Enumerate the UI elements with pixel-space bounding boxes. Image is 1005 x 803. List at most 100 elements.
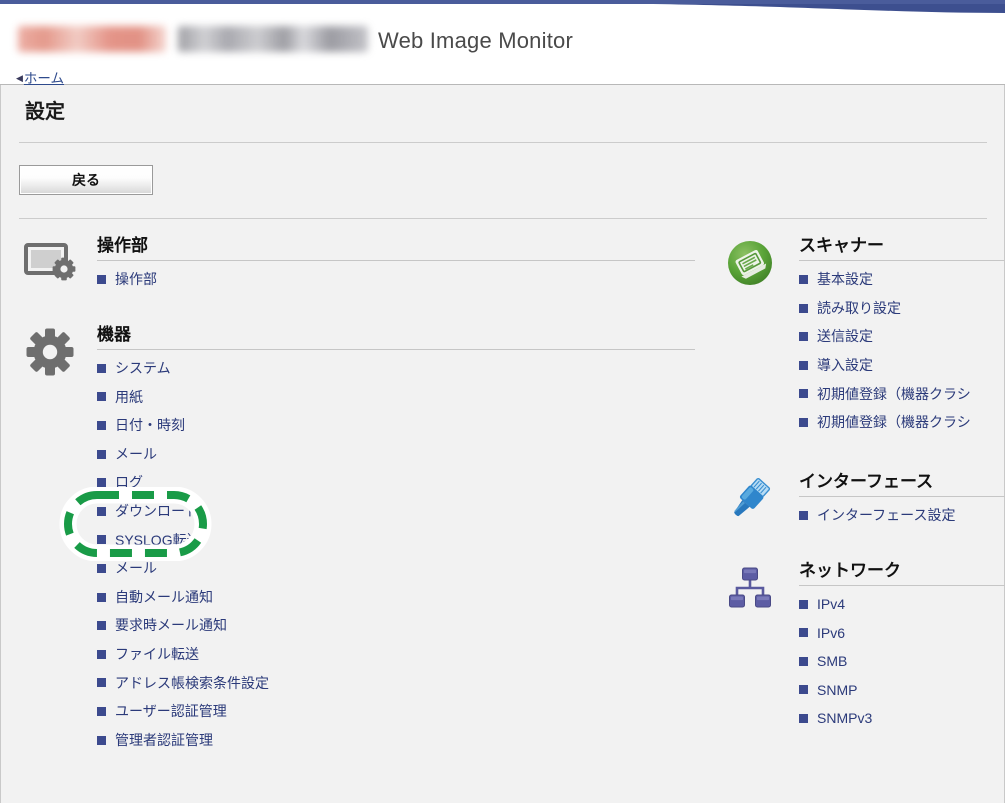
link-item[interactable]: 要求時メール通知 bbox=[97, 611, 695, 640]
section-link-list: システム 用紙 日付・時刻 メール ログ ダウンロード SYSLOG転送 メール… bbox=[97, 354, 695, 754]
link-item[interactable]: 初期値登録（機器クラシ bbox=[799, 408, 1005, 437]
link-label: 自動メール通知 bbox=[115, 583, 213, 612]
square-bullet-icon bbox=[799, 332, 808, 341]
square-bullet-icon bbox=[799, 657, 808, 666]
link-item[interactable]: アドレス帳検索条件設定 bbox=[97, 669, 695, 698]
square-bullet-icon bbox=[97, 736, 106, 745]
section-network: ネットワーク IPv4 IPv6 SMB SNMP SNMPv3 bbox=[719, 560, 1005, 733]
link-item[interactable]: 用紙 bbox=[97, 383, 695, 412]
section-operation-panel: 操作部 操作部 bbox=[19, 235, 695, 294]
divider-top bbox=[19, 142, 987, 143]
square-bullet-icon bbox=[799, 304, 808, 313]
link-item[interactable]: IPv6 bbox=[799, 619, 1005, 648]
link-item[interactable]: IPv4 bbox=[799, 590, 1005, 619]
square-bullet-icon bbox=[97, 707, 106, 716]
vendor-logo-mark bbox=[18, 26, 166, 52]
link-label: SYSLOG転送 bbox=[115, 526, 201, 555]
square-bullet-icon bbox=[97, 364, 106, 373]
link-label: SMB bbox=[817, 647, 847, 676]
link-label: 導入設定 bbox=[817, 351, 873, 380]
square-bullet-icon bbox=[799, 714, 808, 723]
gear-icon bbox=[19, 326, 81, 378]
link-item[interactable]: ダウンロード bbox=[97, 497, 695, 526]
section-scanner: スキャナー 基本設定 読み取り設定 送信設定 導入設定 初期値登録（機器クラシ … bbox=[719, 235, 1005, 437]
link-item[interactable]: 操作部 bbox=[97, 265, 695, 294]
page-title: 設定 bbox=[25, 95, 65, 124]
link-label: IPv6 bbox=[817, 619, 845, 648]
square-bullet-icon bbox=[97, 535, 106, 544]
section-interface: インターフェース インターフェース設定 bbox=[719, 471, 1005, 530]
section-body: ネットワーク IPv4 IPv6 SMB SNMP SNMPv3 bbox=[799, 560, 1005, 733]
square-bullet-icon bbox=[799, 628, 808, 637]
settings-column-left: 操作部 操作部 bbox=[19, 235, 695, 776]
link-label: 操作部 bbox=[115, 265, 157, 294]
square-bullet-icon bbox=[97, 593, 106, 602]
link-item[interactable]: 導入設定 bbox=[799, 351, 1005, 380]
link-item[interactable]: メール bbox=[97, 554, 695, 583]
link-label: ログ bbox=[115, 468, 143, 497]
link-item[interactable]: 初期値登録（機器クラシ bbox=[799, 380, 1005, 409]
link-item[interactable]: 基本設定 bbox=[799, 265, 1005, 294]
square-bullet-icon bbox=[799, 389, 808, 398]
square-bullet-icon bbox=[97, 564, 106, 573]
link-label: 初期値登録（機器クラシ bbox=[817, 380, 971, 409]
section-body: 操作部 操作部 bbox=[97, 235, 695, 294]
link-item[interactable]: ユーザー認証管理 bbox=[97, 697, 695, 726]
link-label: 日付・時刻 bbox=[115, 411, 185, 440]
square-bullet-icon bbox=[799, 275, 808, 284]
square-bullet-icon bbox=[97, 621, 106, 630]
link-label: ユーザー認証管理 bbox=[115, 697, 227, 726]
link-item[interactable]: 日付・時刻 bbox=[97, 411, 695, 440]
link-item[interactable]: 管理者認証管理 bbox=[97, 726, 695, 755]
breadcrumb-item-home[interactable]: ホーム bbox=[24, 71, 64, 86]
section-body: インターフェース インターフェース設定 bbox=[799, 471, 1005, 530]
square-bullet-icon bbox=[97, 507, 106, 516]
link-label: 送信設定 bbox=[817, 322, 873, 351]
settings-column-right: スキャナー 基本設定 読み取り設定 送信設定 導入設定 初期値登録（機器クラシ … bbox=[719, 235, 1005, 755]
square-bullet-icon bbox=[799, 418, 808, 427]
section-rule bbox=[97, 349, 695, 350]
link-label: 初期値登録（機器クラシ bbox=[817, 408, 971, 437]
link-item[interactable]: ファイル転送 bbox=[97, 640, 695, 669]
section-title: 操作部 bbox=[97, 235, 695, 256]
section-title: ネットワーク bbox=[799, 560, 1005, 581]
link-label: SNMPv3 bbox=[817, 704, 872, 733]
link-item[interactable]: SNMPv3 bbox=[799, 704, 1005, 733]
section-rule bbox=[97, 260, 695, 261]
breadcrumb-bar: ◀ホーム bbox=[0, 68, 1005, 85]
back-button[interactable]: 戻る bbox=[19, 165, 153, 195]
section-rule bbox=[799, 585, 1005, 586]
link-label: IPv4 bbox=[817, 590, 845, 619]
link-label: 管理者認証管理 bbox=[115, 726, 213, 755]
square-bullet-icon bbox=[97, 392, 106, 401]
link-item[interactable]: SMB bbox=[799, 647, 1005, 676]
link-label: インターフェース設定 bbox=[817, 501, 955, 530]
link-item[interactable]: システム bbox=[97, 354, 695, 383]
divider-below-back-button bbox=[19, 218, 987, 219]
square-bullet-icon bbox=[799, 685, 808, 694]
link-item[interactable]: メール bbox=[97, 440, 695, 469]
section-link-list: 操作部 bbox=[97, 265, 695, 294]
link-item[interactable]: 送信設定 bbox=[799, 322, 1005, 351]
interface-cable-icon bbox=[719, 473, 781, 525]
link-item[interactable]: インターフェース設定 bbox=[799, 501, 1005, 530]
section-link-list: IPv4 IPv6 SMB SNMP SNMPv3 bbox=[799, 590, 1005, 733]
link-label: SNMP bbox=[817, 676, 857, 705]
breadcrumb: ◀ホーム bbox=[16, 67, 64, 87]
link-item[interactable]: 自動メール通知 bbox=[97, 583, 695, 612]
link-item-log[interactable]: ログ bbox=[97, 468, 695, 497]
square-bullet-icon bbox=[97, 450, 106, 459]
link-label: 要求時メール通知 bbox=[115, 611, 227, 640]
operation-panel-icon bbox=[19, 237, 81, 289]
section-title: インターフェース bbox=[799, 471, 1005, 492]
square-bullet-icon bbox=[97, 275, 106, 284]
settings-page-panel: 設定 戻る bbox=[0, 85, 1005, 803]
scanner-icon bbox=[719, 237, 781, 289]
section-device: 機器 システム 用紙 日付・時刻 メール ログ ダウンロード SYSLOG転送 … bbox=[19, 324, 695, 755]
link-item[interactable]: 読み取り設定 bbox=[799, 294, 1005, 323]
link-item[interactable]: SNMP bbox=[799, 676, 1005, 705]
link-label: メール bbox=[115, 554, 157, 583]
link-item[interactable]: SYSLOG転送 bbox=[97, 526, 695, 555]
link-label: メール bbox=[115, 440, 157, 469]
vendor-logo-wordmark bbox=[178, 26, 368, 52]
